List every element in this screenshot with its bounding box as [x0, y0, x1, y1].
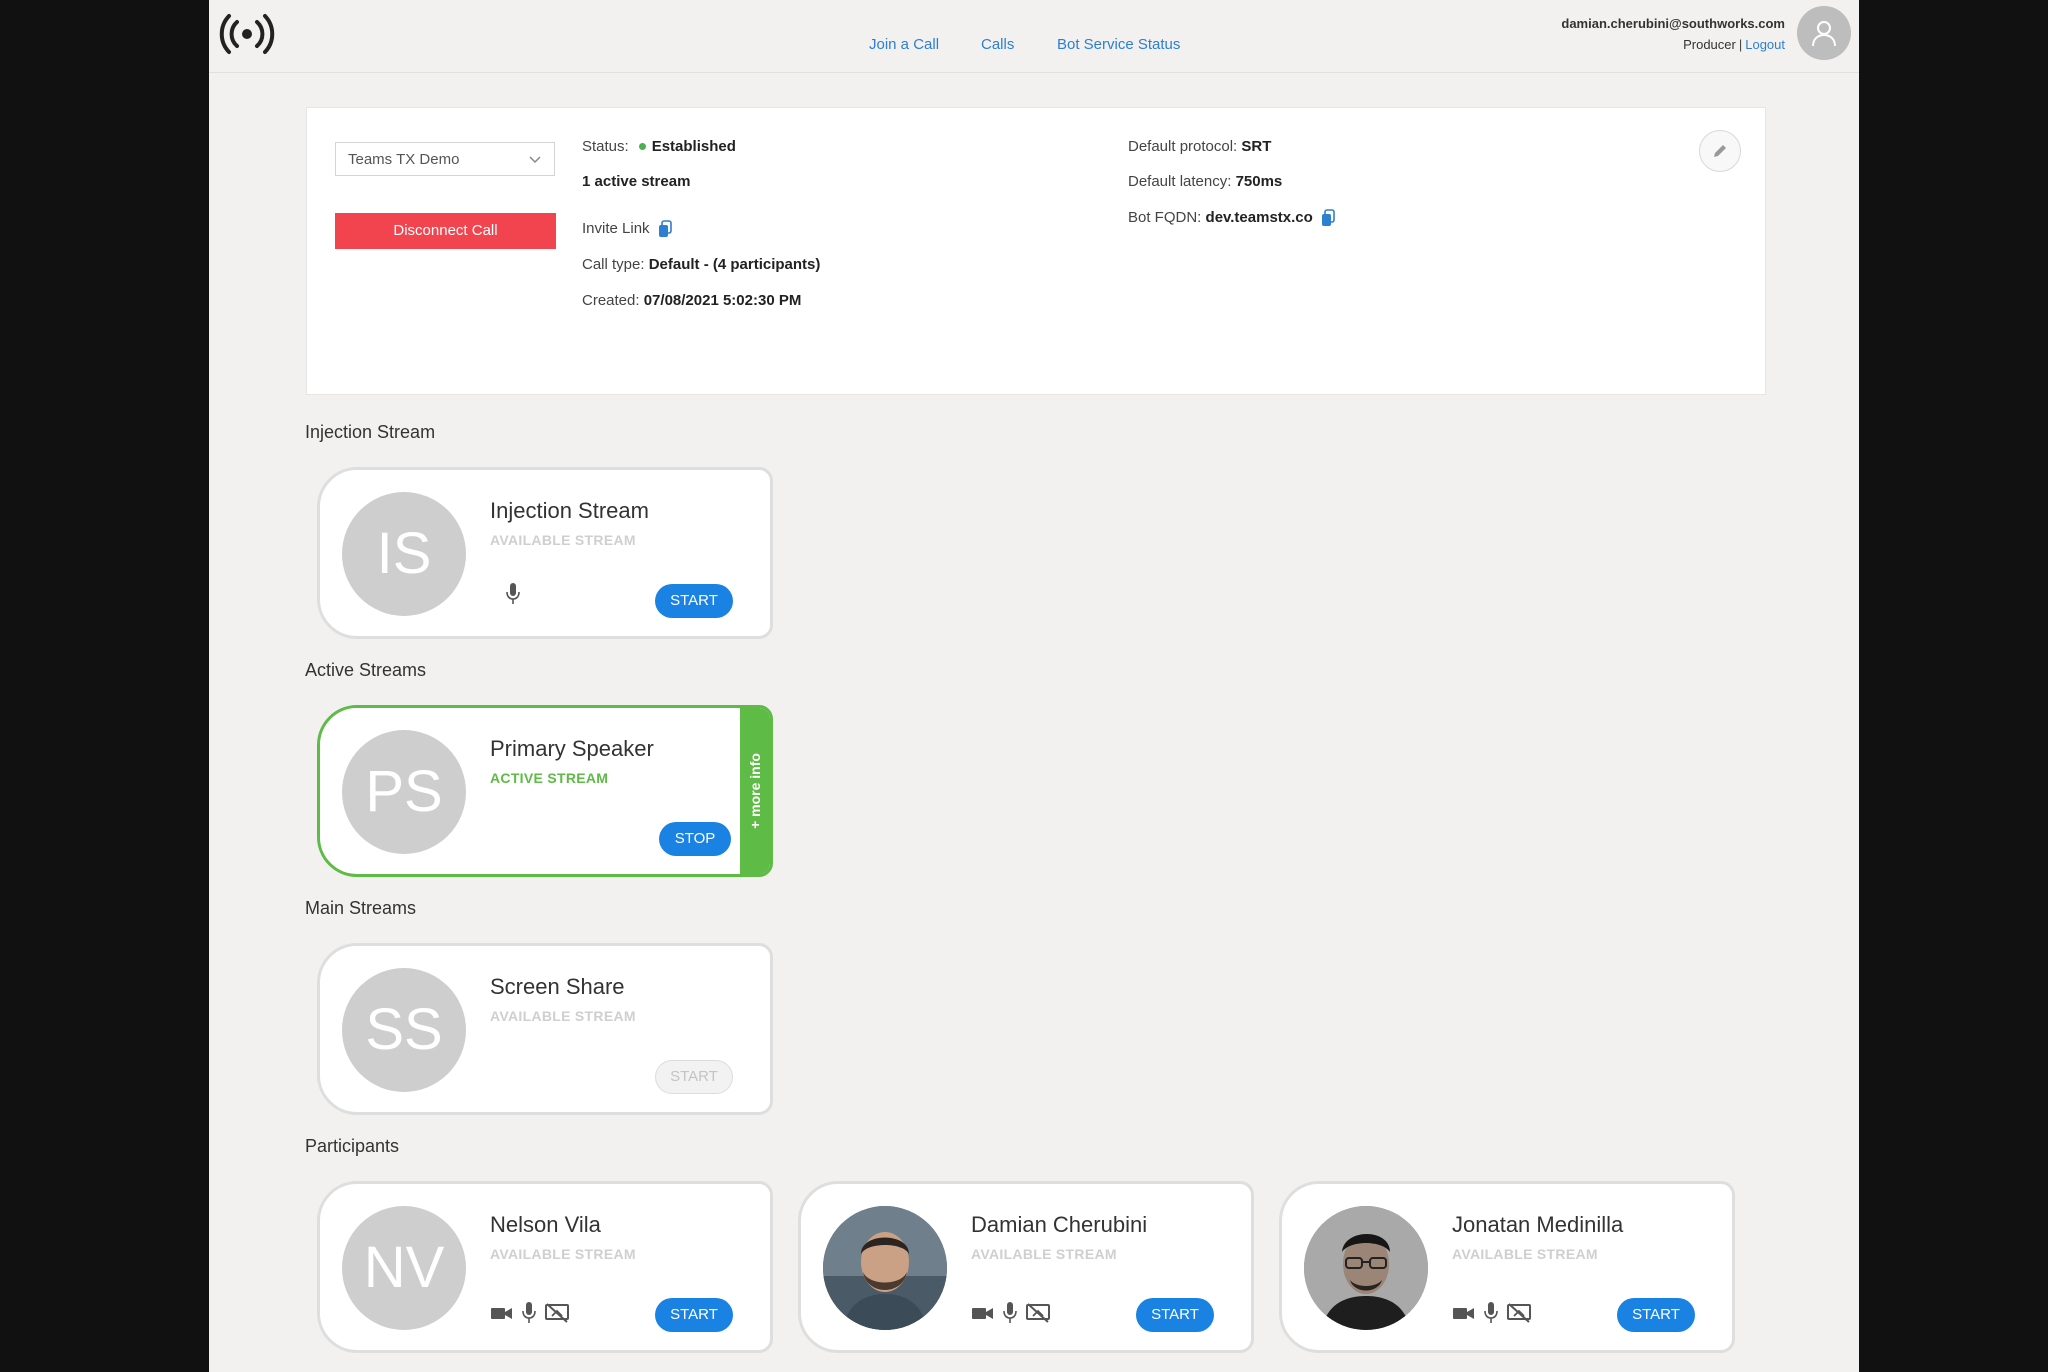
status-label: Status: [582, 138, 629, 155]
section-active-streams: Active Streams [305, 660, 427, 680]
user-role: Producer [1683, 37, 1736, 52]
stream-name: Injection Stream [490, 498, 649, 523]
section-main-streams: Main Streams [305, 898, 417, 918]
nav-bot-service-status[interactable]: Bot Service Status [1057, 36, 1180, 53]
more-info-label: + more info [747, 753, 763, 829]
participant-avatar: NV [342, 1206, 466, 1330]
screen-share-off-icon [1026, 1303, 1050, 1323]
separator: | [1738, 37, 1743, 52]
call-select-value: Teams TX Demo [348, 151, 460, 168]
microphone-icon [1003, 1302, 1017, 1323]
participant-status: AVAILABLE STREAM [490, 1246, 636, 1262]
stream-avatar: IS [342, 492, 466, 616]
start-button[interactable]: START [655, 1298, 733, 1332]
media-icons [504, 582, 522, 606]
stream-card-primary-speaker[interactable]: PS Primary Speaker ACTIVE STREAM STOP + … [317, 705, 773, 877]
participant-card-damian-cherubini[interactable]: Damian Cherubini AVAILABLE STREAM START [798, 1181, 1254, 1353]
created-value: 07/08/2021 5:02:30 PM [643, 292, 802, 309]
section-participants: Participants [305, 1136, 400, 1156]
active-streams-count: 1 active stream [582, 173, 690, 190]
fqdn-label: Bot FQDN: [1128, 209, 1202, 226]
more-info-tab[interactable]: + more info [740, 708, 770, 874]
participant-name: Nelson Vila [490, 1212, 601, 1237]
stream-status: ACTIVE STREAM [490, 770, 609, 786]
invite-link-line: Invite Link [582, 220, 672, 238]
protocol-line: Default protocol: SRT [1128, 138, 1271, 155]
copy-icon[interactable] [1321, 209, 1335, 227]
start-button[interactable]: START [655, 584, 733, 618]
participant-photo [1304, 1206, 1428, 1330]
microphone-icon [522, 1302, 536, 1323]
call-type-line: Call type: Default - (4 participants) [582, 256, 820, 273]
status-value: Established [651, 138, 736, 155]
start-button[interactable]: START [1136, 1298, 1214, 1332]
chevron-down-icon [529, 156, 541, 164]
fqdn-value: dev.teamstx.co [1205, 209, 1313, 226]
participant-photo [823, 1206, 947, 1330]
latency-line: Default latency: 750ms [1128, 173, 1282, 190]
created-label: Created: [582, 292, 640, 309]
stream-avatar: SS [342, 968, 466, 1092]
nav-join-a-call[interactable]: Join a Call [869, 36, 939, 53]
microphone-icon [1484, 1302, 1498, 1323]
latency-value: 750ms [1235, 173, 1283, 190]
media-icons [1452, 1301, 1532, 1325]
stream-card-injection[interactable]: IS Injection Stream AVAILABLE STREAM STA… [317, 467, 773, 639]
stream-name: Primary Speaker [490, 736, 654, 761]
stream-status: AVAILABLE STREAM [490, 532, 636, 548]
stream-card-screen-share[interactable]: SS Screen Share AVAILABLE STREAM START [317, 943, 773, 1115]
participant-name: Jonatan Medinilla [1452, 1212, 1624, 1237]
video-camera-icon [1453, 1308, 1474, 1319]
latency-label: Default latency: [1128, 173, 1232, 190]
call-details-panel: Teams TX Demo Disconnect Call Status: Est… [306, 107, 1766, 395]
status-dot [638, 142, 646, 150]
video-camera-icon [491, 1308, 512, 1319]
participant-status: AVAILABLE STREAM [971, 1246, 1117, 1262]
app-window: Join a Call Calls Bot Service Status dam… [209, 0, 1859, 1372]
microphone-icon [506, 583, 520, 604]
screen-share-off-icon [1507, 1303, 1531, 1323]
section-injection-stream: Injection Stream [305, 422, 436, 442]
stream-name: Screen Share [490, 974, 625, 999]
broadcast-icon[interactable] [219, 12, 275, 56]
top-navigation-bar: Join a Call Calls Bot Service Status dam… [209, 0, 1859, 73]
participant-photo-image [823, 1206, 947, 1330]
edit-button[interactable] [1699, 130, 1741, 172]
disconnect-call-button[interactable]: Disconnect Call [335, 213, 556, 249]
screen-share-off-icon [545, 1303, 569, 1323]
invite-link-label: Invite Link [582, 220, 650, 237]
participant-card-jonatan-medinilla[interactable]: Jonatan Medinilla AVAILABLE STREAM START [1279, 1181, 1735, 1353]
stream-status: AVAILABLE STREAM [490, 1008, 636, 1024]
active-streams-text: 1 active stream [582, 173, 691, 190]
copy-icon[interactable] [658, 220, 672, 238]
start-button-disabled[interactable]: START [655, 1060, 733, 1094]
protocol-value: SRT [1241, 138, 1272, 155]
participant-status: AVAILABLE STREAM [1452, 1246, 1598, 1262]
call-type-label: Call type: [582, 256, 645, 273]
nav-calls[interactable]: Calls [981, 36, 1014, 53]
call-type-value: Default - (4 participants) [648, 256, 821, 273]
video-camera-icon [972, 1308, 993, 1319]
participant-card-nelson-vila[interactable]: NV Nelson Vila AVAILABLE STREAM START [317, 1181, 773, 1353]
user-icon [1812, 21, 1836, 47]
user-avatar[interactable] [1797, 6, 1851, 60]
pencil-icon [1714, 145, 1726, 157]
start-button[interactable]: START [1617, 1298, 1695, 1332]
created-line: Created: 07/08/2021 5:02:30 PM [582, 292, 801, 309]
media-icons [490, 1301, 570, 1325]
participant-name: Damian Cherubini [971, 1212, 1148, 1237]
protocol-label: Default protocol: [1128, 138, 1238, 155]
stop-button[interactable]: STOP [659, 822, 731, 856]
call-select-dropdown[interactable]: Teams TX Demo [335, 142, 555, 176]
participant-photo-image [1304, 1206, 1428, 1330]
user-role-line: Producer | Logout [1683, 37, 1785, 52]
media-icons [971, 1301, 1051, 1325]
user-email: damian.cherubini@southworks.com [1561, 16, 1785, 31]
stream-avatar: PS [342, 730, 466, 854]
fqdn-line: Bot FQDN: dev.teamstx.co [1128, 209, 1335, 227]
logout-link[interactable]: Logout [1745, 37, 1785, 52]
status-line: Status: Established [582, 138, 736, 155]
